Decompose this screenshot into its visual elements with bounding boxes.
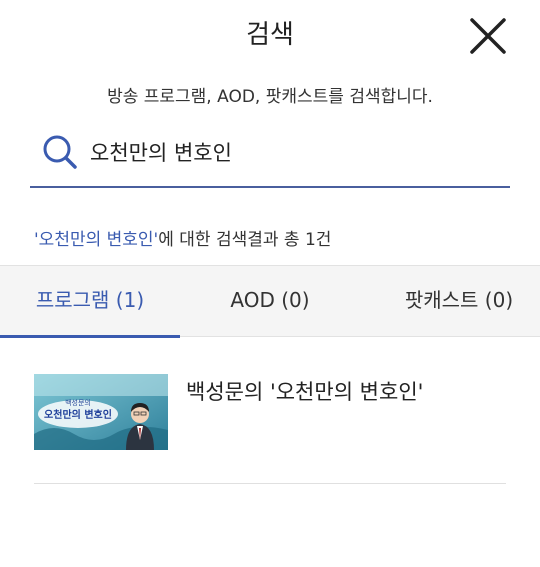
program-thumbnail[interactable]: 백성문의 오천만의 변호인: [34, 374, 168, 450]
result-item[interactable]: 백성문의 오천만의 변호인 백성문의 '오천만의 변호인': [34, 374, 506, 484]
tab-bar: 프로그램 (1) AOD (0) 팟캐스트 (0): [0, 265, 540, 338]
result-title[interactable]: 백성문의 '오천만의 변호인': [186, 376, 423, 406]
close-button[interactable]: [466, 14, 510, 58]
result-summary: '오천만의 변호인'에 대한 검색결과 총 1건: [34, 225, 331, 250]
tab-podcast[interactable]: 팟캐스트 (0): [360, 266, 540, 338]
close-icon: [470, 18, 506, 54]
thumbnail-line1: 백성문의: [65, 398, 91, 407]
thumbnail-image: 백성문의 오천만의 변호인: [34, 374, 168, 450]
header: 검색: [0, 0, 540, 68]
result-keyword: '오천만의 변호인': [34, 230, 159, 250]
search-input[interactable]: [90, 132, 500, 172]
tab-program[interactable]: 프로그램 (1): [0, 266, 180, 338]
tab-aod[interactable]: AOD (0): [180, 266, 360, 338]
result-count-text: 에 대한 검색결과 총 1건: [158, 230, 332, 250]
search-icon[interactable]: [42, 134, 78, 170]
page-title: 검색: [246, 20, 294, 50]
search-description: 방송 프로그램, AOD, 팟캐스트를 검색합니다.: [107, 87, 433, 107]
search-bar: [30, 124, 510, 188]
thumbnail-line2: 오천만의 변호인: [44, 408, 112, 421]
